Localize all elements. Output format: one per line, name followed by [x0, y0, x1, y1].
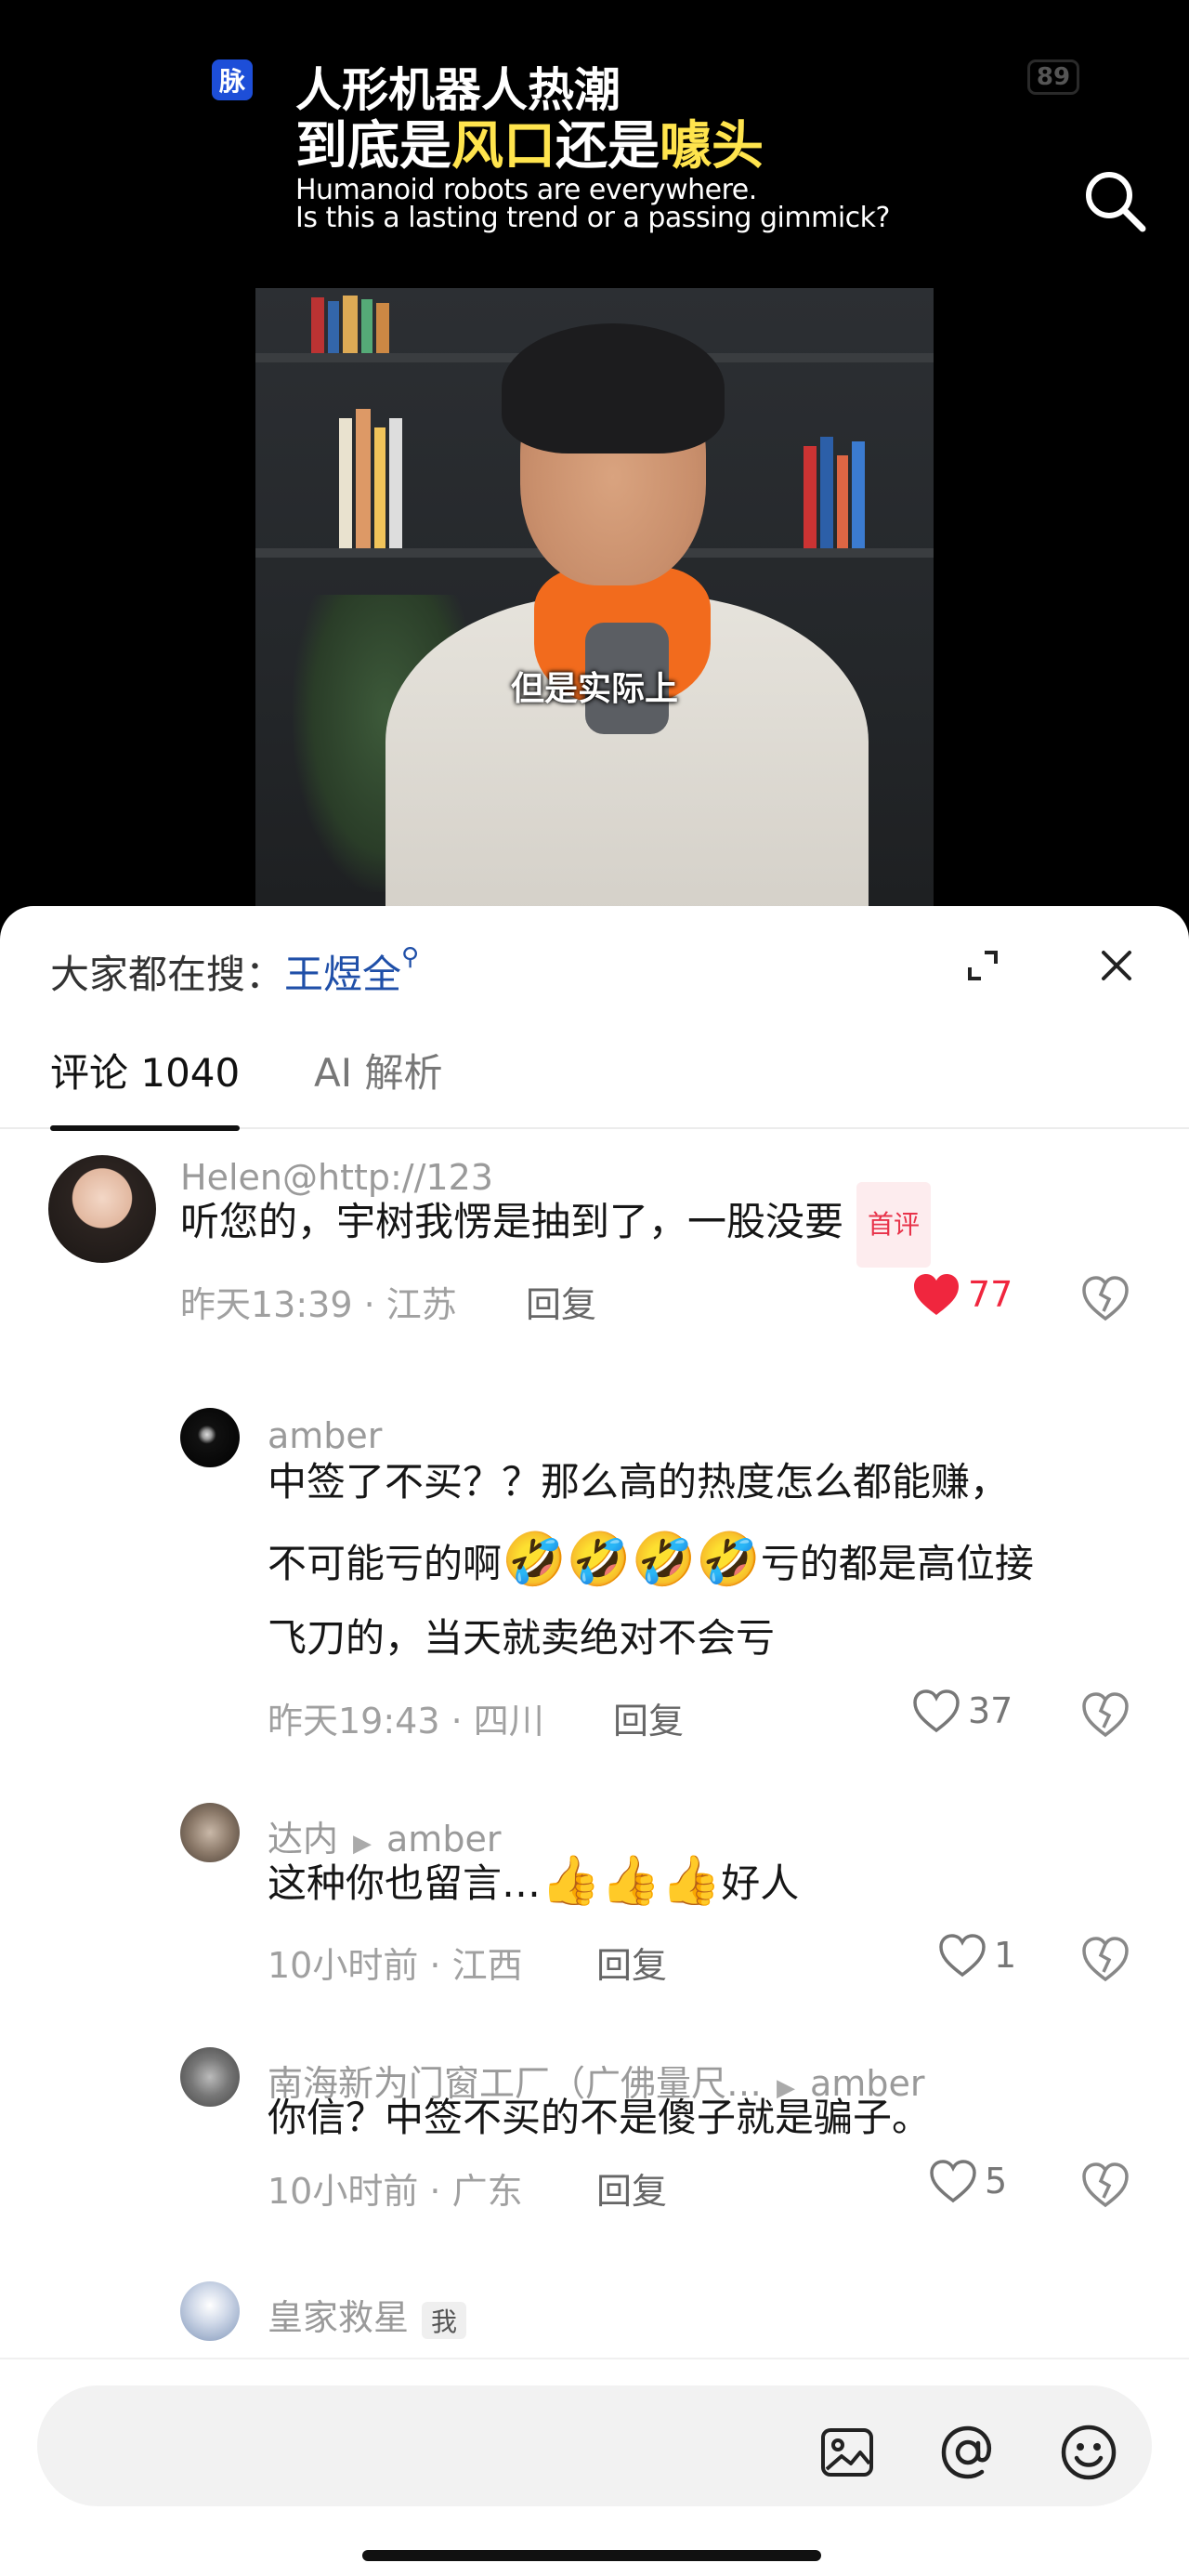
video-player[interactable]: 89 脉 人形机器人热潮 到底是风口还是噱头 Humanoid robots a… [0, 0, 1189, 906]
title-part: 到底是 [295, 116, 451, 177]
laughing-emoji: 🤣🤣🤣🤣 [502, 1530, 761, 1590]
comment-reply-item: 达内 ▶ amber 这种你也留言…👍👍👍好人 10小时前 · 江西 回复 1 [0, 1803, 1189, 2017]
comment-meta: 昨天13:39 · 江苏 [180, 1284, 457, 1325]
app-root: 89 脉 人形机器人热潮 到底是风口还是噱头 Humanoid robots a… [0, 0, 1189, 2576]
title-highlight: 风口 [451, 116, 555, 177]
comment-text: 这种你也留言…👍👍👍好人 [268, 1840, 799, 1925]
dislike-icon[interactable] [1081, 1935, 1130, 1983]
search-icon: ⚲ [401, 943, 420, 971]
comment-input-container[interactable] [37, 2385, 1152, 2506]
trending-search[interactable]: 大家都在搜：王煜全⚲ [50, 943, 419, 1000]
person-hair [502, 323, 725, 453]
me-badge: 我 [422, 2301, 467, 2339]
comment-body: 好人 [721, 1860, 800, 1906]
like-count: 1 [994, 1935, 1017, 1976]
comment-reply-item: amber 中签了不买？？那么高的热度怎么都能赚， 不可能亏的啊🤣🤣🤣🤣亏的都是… [0, 1408, 1189, 1789]
dislike-icon[interactable] [1081, 1274, 1130, 1322]
battery-level: 89 [1036, 63, 1071, 91]
video-title-en-1: Humanoid robots are everywhere. [295, 174, 757, 206]
book [374, 427, 385, 548]
close-icon[interactable] [1096, 945, 1137, 986]
expand-icon[interactable] [962, 945, 1003, 986]
book [837, 455, 848, 548]
reply-button[interactable]: 回复 [613, 1692, 684, 1743]
book [376, 303, 389, 353]
comment-reply-item: 皇家救星我 [0, 2281, 1189, 2356]
like-count: 77 [968, 1274, 1013, 1315]
video-subtitle: 但是实际上 [510, 670, 678, 708]
dislike-icon[interactable] [1081, 1690, 1130, 1739]
tab-ai-analysis[interactable]: AI 解析 [314, 1047, 442, 1099]
image-icon[interactable] [817, 2423, 877, 2482]
battery-indicator: 89 [1027, 59, 1079, 95]
heart-outline-icon [930, 2160, 976, 2203]
trending-label: 大家都在搜： [50, 952, 285, 997]
like-button[interactable]: 5 [929, 2159, 1007, 2203]
comment-tabs: 评论 1040 AI 解析 [0, 1047, 1189, 1131]
avatar[interactable] [48, 1155, 156, 1263]
comment-username: 皇家救星我 [268, 2289, 467, 2340]
comment-input-bar [0, 2358, 1189, 2576]
like-button[interactable]: 77 [912, 1272, 1013, 1317]
comment-body: 亏的都是高位接 [760, 1541, 1034, 1586]
book [328, 301, 339, 353]
book [356, 409, 371, 548]
reply-button[interactable]: 回复 [596, 2162, 667, 2214]
comment-text-line3: 飞刀的，当天就卖绝对不会亏 [268, 1615, 776, 1661]
like-button[interactable]: 37 [912, 1689, 1013, 1733]
video-title-en-2: Is this a lasting trend or a passing gim… [295, 202, 890, 234]
book [311, 297, 324, 353]
title-highlight: 噱头 [660, 116, 764, 177]
book [339, 418, 352, 548]
dislike-icon[interactable] [1081, 2161, 1130, 2209]
book [343, 296, 358, 353]
first-comment-badge: 首评 [856, 1181, 932, 1268]
emoji-icon[interactable] [1059, 2423, 1118, 2482]
comment-reply-item: 南海新为门窗工厂（广佛量尺… ▶ amber 你信？中签不买的不是傻子就是骗子。 1… [0, 2047, 1189, 2224]
heart-filled-icon [914, 1274, 959, 1315]
tab-comments[interactable]: 评论 1040 [50, 1047, 241, 1131]
book [389, 418, 402, 548]
reply-button[interactable]: 回复 [596, 1937, 667, 1988]
reply-author[interactable]: 皇家救星 [268, 2297, 409, 2338]
app-badge-icon: 脉 [212, 59, 253, 100]
book [804, 446, 817, 548]
comment-body: 这种你也留言… [268, 1860, 542, 1906]
like-count: 37 [968, 1690, 1013, 1731]
comment-meta: 10小时前 · 广东 [268, 2171, 523, 2212]
home-indicator[interactable] [362, 2550, 821, 2561]
video-title: 人形机器人热潮 到底是风口还是噱头 Humanoid robots are ev… [295, 63, 890, 232]
avatar[interactable] [180, 1803, 240, 1862]
video-frame: 但是实际上 [255, 288, 934, 906]
comment-text: 你信？中签不买的不是傻子就是骗子。 [268, 2095, 932, 2140]
search-icon[interactable] [1079, 165, 1150, 236]
comment-text-line1: 中签了不买？？那么高的热度怎么都能赚， [268, 1459, 1010, 1505]
like-button[interactable]: 1 [938, 1933, 1016, 1978]
avatar[interactable] [180, 2047, 240, 2107]
comment-sheet: 大家都在搜：王煜全⚲ 评论 1040 AI 解析 Helen@http://12… [0, 906, 1189, 2576]
like-count: 5 [985, 2161, 1008, 2201]
comment-text: 听您的，宇树我愣是抽到了，一股没要 首评 [180, 1181, 932, 1268]
comment-text-line2: 不可能亏的啊🤣🤣🤣🤣亏的都是高位接 [268, 1519, 1034, 1605]
book [361, 299, 372, 353]
video-title-line1: 人形机器人热潮 [295, 63, 621, 117]
comment-item: Helen@http://123 听您的，宇树我愣是抽到了，一股没要 首评 昨天1… [0, 1138, 1189, 1352]
trending-query[interactable]: 王煜全 [284, 952, 401, 997]
avatar[interactable] [180, 1408, 240, 1467]
heart-outline-icon [913, 1689, 960, 1733]
video-title-line2: 到底是风口还是噱头 [295, 117, 890, 177]
comment-input[interactable] [74, 2413, 780, 2478]
thumbs-up-emoji: 👍👍👍 [541, 1853, 722, 1909]
title-part: 还是 [555, 116, 660, 177]
reply-button[interactable]: 回复 [526, 1276, 596, 1327]
mention-icon[interactable] [938, 2423, 998, 2482]
comment-body: 听您的，宇树我愣是抽到了，一股没要 [180, 1199, 844, 1244]
avatar[interactable] [180, 2281, 240, 2341]
comment-meta: 昨天19:43 · 四川 [268, 1701, 544, 1741]
book [820, 437, 833, 548]
comment-meta: 10小时前 · 江西 [268, 1945, 523, 1986]
book [852, 441, 865, 548]
comment-body: 不可能亏的啊 [268, 1541, 503, 1586]
heart-outline-icon [939, 1934, 986, 1978]
